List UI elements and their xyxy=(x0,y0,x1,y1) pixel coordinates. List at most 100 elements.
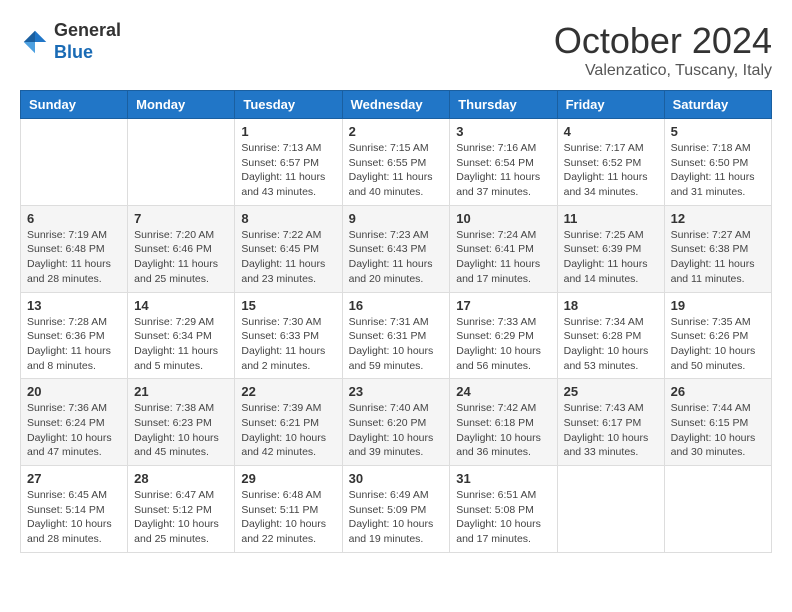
cell-content: Sunrise: 7:24 AMSunset: 6:41 PMDaylight:… xyxy=(456,228,550,287)
calendar-cell: 31 Sunrise: 6:51 AMSunset: 5:08 PMDayligh… xyxy=(450,466,557,553)
logo: General Blue xyxy=(20,20,121,63)
day-number: 18 xyxy=(564,298,658,313)
cell-content: Sunrise: 7:18 AMSunset: 6:50 PMDaylight:… xyxy=(671,141,765,200)
calendar-cell xyxy=(557,466,664,553)
day-number: 14 xyxy=(134,298,228,313)
calendar-cell: 21Sunrise: 7:38 AMSunset: 6:23 PMDayligh… xyxy=(128,379,235,466)
cell-content: Sunrise: 6:49 AMSunset: 5:09 PMDaylight:… xyxy=(349,488,444,547)
logo-icon xyxy=(20,27,50,57)
cell-content: Sunrise: 7:17 AMSunset: 6:52 PMDaylight:… xyxy=(564,141,658,200)
cell-content: Sunrise: 7:33 AMSunset: 6:29 PMDaylight:… xyxy=(456,315,550,374)
day-number: 20 xyxy=(27,384,121,399)
cell-content: Sunrise: 7:44 AMSunset: 6:15 PMDaylight:… xyxy=(671,401,765,460)
weekday-header: Sunday xyxy=(21,91,128,119)
cell-content: Sunrise: 7:15 AMSunset: 6:55 PMDaylight:… xyxy=(349,141,444,200)
calendar-week-row: 27 Sunrise: 6:45 AMSunset: 5:14 PMDayligh… xyxy=(21,466,772,553)
calendar-week-row: 1 Sunrise: 7:13 AMSunset: 6:57 PMDaylight… xyxy=(21,119,772,206)
cell-content: Sunrise: 6:45 AMSunset: 5:14 PMDaylight:… xyxy=(27,488,121,547)
day-number: 13 xyxy=(27,298,121,313)
calendar-cell: 7 Sunrise: 7:20 AMSunset: 6:46 PMDaylight… xyxy=(128,205,235,292)
calendar-cell: 26 Sunrise: 7:44 AMSunset: 6:15 PMDayligh… xyxy=(664,379,771,466)
calendar-cell: 19 Sunrise: 7:35 AMSunset: 6:26 PMDayligh… xyxy=(664,292,771,379)
calendar-cell: 10 Sunrise: 7:24 AMSunset: 6:41 PMDayligh… xyxy=(450,205,557,292)
day-number: 26 xyxy=(671,384,765,399)
calendar-cell: 23 Sunrise: 7:40 AMSunset: 6:20 PMDayligh… xyxy=(342,379,450,466)
day-number: 9 xyxy=(349,211,444,226)
cell-content: Sunrise: 7:27 AMSunset: 6:38 PMDaylight:… xyxy=(671,228,765,287)
calendar-cell: 16Sunrise: 7:31 AMSunset: 6:31 PMDayligh… xyxy=(342,292,450,379)
cell-content: Sunrise: 7:29 AMSunset: 6:34 PMDaylight:… xyxy=(134,315,228,374)
calendar-cell: 28 Sunrise: 6:47 AMSunset: 5:12 PMDayligh… xyxy=(128,466,235,553)
day-number: 6 xyxy=(27,211,121,226)
calendar-cell: 18 Sunrise: 7:34 AMSunset: 6:28 PMDayligh… xyxy=(557,292,664,379)
cell-content: Sunrise: 6:47 AMSunset: 5:12 PMDaylight:… xyxy=(134,488,228,547)
day-number: 7 xyxy=(134,211,228,226)
cell-content: Sunrise: 7:20 AMSunset: 6:46 PMDaylight:… xyxy=(134,228,228,287)
day-number: 12 xyxy=(671,211,765,226)
calendar-cell: 13 Sunrise: 7:28 AMSunset: 6:36 PMDayligh… xyxy=(21,292,128,379)
day-number: 8 xyxy=(241,211,335,226)
cell-content: Sunrise: 7:23 AMSunset: 6:43 PMDaylight:… xyxy=(349,228,444,287)
calendar-cell: 5 Sunrise: 7:18 AMSunset: 6:50 PMDaylight… xyxy=(664,119,771,206)
day-number: 25 xyxy=(564,384,658,399)
calendar-cell: 2 Sunrise: 7:15 AMSunset: 6:55 PMDaylight… xyxy=(342,119,450,206)
weekday-header: Monday xyxy=(128,91,235,119)
calendar-cell: 15Sunrise: 7:30 AMSunset: 6:33 PMDayligh… xyxy=(235,292,342,379)
cell-content: Sunrise: 7:43 AMSunset: 6:17 PMDaylight:… xyxy=(564,401,658,460)
cell-content: Sunrise: 7:19 AMSunset: 6:48 PMDaylight:… xyxy=(27,228,121,287)
page-header: General Blue October 2024 Valenzatico, T… xyxy=(20,20,772,80)
day-number: 30 xyxy=(349,471,444,486)
day-number: 2 xyxy=(349,124,444,139)
day-number: 27 xyxy=(27,471,121,486)
location: Valenzatico, Tuscany, Italy xyxy=(554,62,772,80)
day-number: 4 xyxy=(564,124,658,139)
cell-content: Sunrise: 7:16 AMSunset: 6:54 PMDaylight:… xyxy=(456,141,550,200)
calendar-week-row: 13 Sunrise: 7:28 AMSunset: 6:36 PMDayligh… xyxy=(21,292,772,379)
cell-content: Sunrise: 7:36 AMSunset: 6:24 PMDaylight:… xyxy=(27,401,121,460)
day-number: 15 xyxy=(241,298,335,313)
calendar-cell: 25 Sunrise: 7:43 AMSunset: 6:17 PMDayligh… xyxy=(557,379,664,466)
calendar-cell: 9 Sunrise: 7:23 AMSunset: 6:43 PMDaylight… xyxy=(342,205,450,292)
calendar-cell xyxy=(128,119,235,206)
day-number: 10 xyxy=(456,211,550,226)
weekday-header: Wednesday xyxy=(342,91,450,119)
calendar-cell: 30 Sunrise: 6:49 AMSunset: 5:09 PMDayligh… xyxy=(342,466,450,553)
calendar-week-row: 20 Sunrise: 7:36 AMSunset: 6:24 PMDayligh… xyxy=(21,379,772,466)
cell-content: Sunrise: 7:34 AMSunset: 6:28 PMDaylight:… xyxy=(564,315,658,374)
calendar-cell xyxy=(21,119,128,206)
cell-content: Sunrise: 7:38 AMSunset: 6:23 PMDaylight:… xyxy=(134,401,228,460)
logo-text: General Blue xyxy=(54,20,121,63)
calendar-cell: 14 Sunrise: 7:29 AMSunset: 6:34 PMDayligh… xyxy=(128,292,235,379)
day-number: 24 xyxy=(456,384,550,399)
cell-content: Sunrise: 7:42 AMSunset: 6:18 PMDaylight:… xyxy=(456,401,550,460)
cell-content: Sunrise: 7:31 AMSunset: 6:31 PMDaylight:… xyxy=(349,315,444,374)
weekday-header-row: SundayMondayTuesdayWednesdayThursdayFrid… xyxy=(21,91,772,119)
calendar-cell: 20 Sunrise: 7:36 AMSunset: 6:24 PMDayligh… xyxy=(21,379,128,466)
day-number: 5 xyxy=(671,124,765,139)
calendar-cell: 11Sunrise: 7:25 AMSunset: 6:39 PMDayligh… xyxy=(557,205,664,292)
month-title: October 2024 xyxy=(554,20,772,62)
weekday-header: Friday xyxy=(557,91,664,119)
calendar-cell: 8 Sunrise: 7:22 AMSunset: 6:45 PMDaylight… xyxy=(235,205,342,292)
calendar-week-row: 6 Sunrise: 7:19 AMSunset: 6:48 PMDaylight… xyxy=(21,205,772,292)
cell-content: Sunrise: 7:28 AMSunset: 6:36 PMDaylight:… xyxy=(27,315,121,374)
cell-content: Sunrise: 7:40 AMSunset: 6:20 PMDaylight:… xyxy=(349,401,444,460)
cell-content: Sunrise: 6:51 AMSunset: 5:08 PMDaylight:… xyxy=(456,488,550,547)
calendar-table: SundayMondayTuesdayWednesdayThursdayFrid… xyxy=(20,90,772,553)
cell-content: Sunrise: 7:13 AMSunset: 6:57 PMDaylight:… xyxy=(241,141,335,200)
day-number: 1 xyxy=(241,124,335,139)
cell-content: Sunrise: 7:35 AMSunset: 6:26 PMDaylight:… xyxy=(671,315,765,374)
day-number: 11 xyxy=(564,211,658,226)
cell-content: Sunrise: 6:48 AMSunset: 5:11 PMDaylight:… xyxy=(241,488,335,547)
calendar-cell: 24 Sunrise: 7:42 AMSunset: 6:18 PMDayligh… xyxy=(450,379,557,466)
calendar-cell: 4 Sunrise: 7:17 AMSunset: 6:52 PMDaylight… xyxy=(557,119,664,206)
day-number: 31 xyxy=(456,471,550,486)
day-number: 19 xyxy=(671,298,765,313)
day-number: 23 xyxy=(349,384,444,399)
cell-content: Sunrise: 7:22 AMSunset: 6:45 PMDaylight:… xyxy=(241,228,335,287)
calendar-cell: 1 Sunrise: 7:13 AMSunset: 6:57 PMDaylight… xyxy=(235,119,342,206)
logo-blue: Blue xyxy=(54,42,93,62)
calendar-cell xyxy=(664,466,771,553)
day-number: 3 xyxy=(456,124,550,139)
day-number: 28 xyxy=(134,471,228,486)
